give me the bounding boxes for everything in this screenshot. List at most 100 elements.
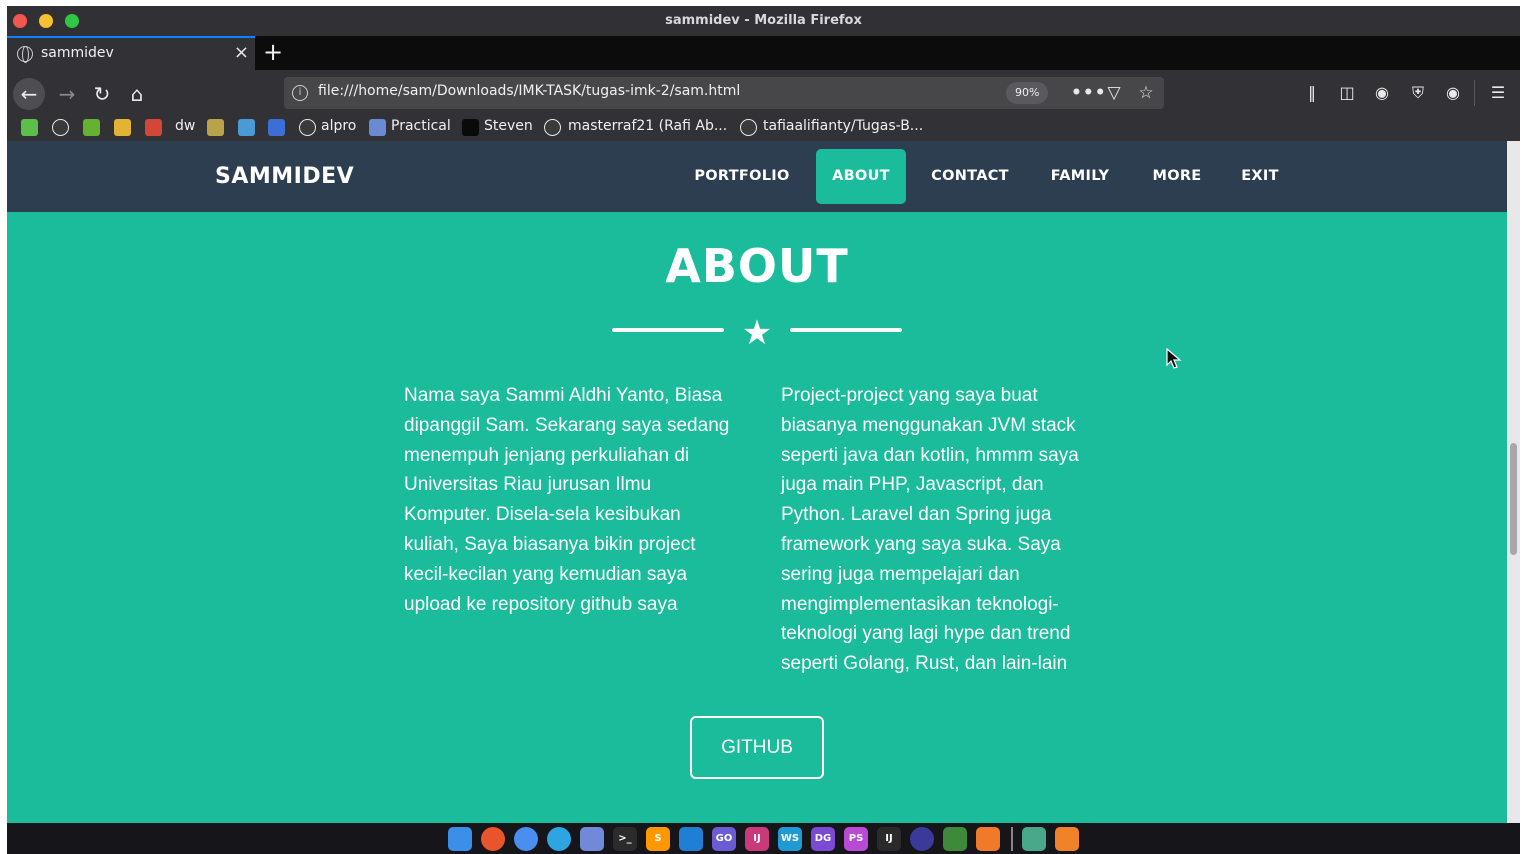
postman-icon[interactable]: [976, 827, 1000, 851]
nav-more[interactable]: MORE: [1145, 149, 1209, 204]
about-left-line: upload ke repository github saya: [404, 593, 678, 615]
dev-icon: [462, 119, 479, 136]
toolbar-separator: [1474, 80, 1475, 106]
picture-icon: [114, 119, 131, 136]
telegram-icon[interactable]: [547, 827, 571, 851]
reload-button[interactable]: ↻: [86, 78, 118, 110]
minimize-window-button[interactable]: [39, 14, 53, 28]
bookmarks-bar: dw alpro Practical Steven masterraf21 (Rafi …: [7, 116, 1520, 141]
section-title: ABOUT: [665, 239, 849, 293]
about-left-line: kecil-kecilan yang kemudian saya: [404, 563, 688, 585]
star-icon: ★: [741, 313, 773, 353]
firefox-icon[interactable]: [481, 827, 505, 851]
hexagon-icon: [238, 119, 255, 136]
sidebar-icon[interactable]: ◫: [1336, 82, 1358, 104]
divider-line-right: [790, 328, 902, 332]
about-left-line: Universitas Riau jurusan Ilmu: [404, 474, 652, 496]
scrollbar-thumb[interactable]: [1510, 443, 1517, 555]
finder-icon[interactable]: [448, 827, 472, 851]
tab-strip: sammidev × +: [7, 36, 1520, 70]
divider-line-left: [612, 328, 724, 332]
tab-title: sammidev: [41, 45, 114, 61]
nav-about[interactable]: ABOUT: [816, 149, 906, 204]
tab-sammidev[interactable]: sammidev ×: [7, 36, 255, 70]
github-icon: [299, 119, 316, 136]
feather-icon: [369, 119, 386, 136]
android-icon: [83, 119, 100, 136]
question-icon: [207, 119, 224, 136]
bookmark-label: Practical: [391, 118, 451, 134]
dock: >_ S GO IJ WS DG PS IJ: [7, 823, 1520, 854]
github-icon: [740, 119, 757, 136]
window-title: sammidev - Mozilla Firefox: [665, 13, 862, 28]
url-text[interactable]: file:///home/sam/Downloads/IMK-TASK/tuga…: [318, 83, 740, 99]
desktop-screen: sammidev - Mozilla Firefox sammidev × + …: [7, 6, 1520, 854]
nav-portfolio[interactable]: PORTFOLIO: [687, 149, 797, 204]
about-left-line: menempuh jenjang perkuliahan di: [404, 444, 690, 466]
about-right-line: mengimplementasikan teknologi-: [781, 593, 1059, 615]
bookmark-label: dw: [175, 118, 196, 134]
zoom-indicator[interactable]: 90%: [1006, 82, 1049, 104]
about-right-line: Python. Laravel dan Spring juga: [781, 504, 1052, 526]
leaf-icon: [21, 119, 38, 136]
site-brand[interactable]: SAMMIDEV: [215, 164, 354, 189]
nav-exit[interactable]: EXIT: [1235, 149, 1285, 204]
home-button[interactable]: ⌂: [121, 78, 153, 110]
nav-family[interactable]: FAMILY: [1044, 149, 1116, 204]
goland-icon[interactable]: GO: [712, 827, 736, 851]
nav-contact[interactable]: CONTACT: [925, 149, 1015, 204]
about-left-line: Nama saya Sammi Aldhi Yanto, Biasa: [404, 385, 723, 406]
menu-icon[interactable]: ☰: [1487, 82, 1509, 104]
bookmark-star-icon[interactable]: ☆: [1134, 81, 1158, 105]
bookmark-label: alpro: [321, 118, 357, 134]
new-tab-button[interactable]: +: [263, 38, 283, 66]
about-right-line: sering juga mempelajari dan: [781, 563, 1020, 585]
about-right-line: teknologi yang lagi hype dan trend: [781, 623, 1071, 645]
maximize-window-button[interactable]: [65, 14, 79, 28]
back-button[interactable]: ←: [13, 78, 45, 110]
page-scrollbar[interactable]: [1507, 141, 1520, 823]
chromium-icon[interactable]: [514, 827, 538, 851]
about-left-line: Komputer. Disela-sela kesibukan: [404, 504, 681, 526]
page-viewport: SAMMIDEV PORTFOLIO ABOUT CONTACT FAMILY …: [7, 141, 1507, 823]
webstorm-icon[interactable]: WS: [778, 827, 802, 851]
dock-separator: [1011, 827, 1013, 851]
shield-icon[interactable]: ⛨: [1407, 82, 1429, 104]
github-icon: [52, 119, 69, 136]
eclipse-icon[interactable]: [910, 827, 934, 851]
about-left-line: dipanggil Sam. Sekarang saya sedang: [404, 414, 730, 436]
forward-button[interactable]: →: [51, 78, 83, 110]
more-actions-icon[interactable]: •••: [1071, 81, 1106, 105]
library-icon[interactable]: ‖: [1301, 82, 1323, 104]
phpstorm-icon[interactable]: PS: [844, 827, 868, 851]
github-button[interactable]: GITHUB: [690, 716, 824, 779]
gmail-icon: [145, 119, 162, 136]
info-icon[interactable]: i: [292, 85, 308, 101]
extension-icon[interactable]: ◉: [1442, 82, 1464, 104]
bookmark-label: masterraf21 (Rafi Ab...: [568, 118, 728, 134]
vscode-icon[interactable]: [679, 827, 703, 851]
sublime-icon[interactable]: S: [646, 827, 670, 851]
datagrip-icon[interactable]: DG: [811, 827, 835, 851]
infinity-icon: [268, 119, 285, 136]
close-window-button[interactable]: [13, 14, 27, 28]
about-right-line: seperti Golang, Rust, dan lain-lain: [781, 653, 1068, 675]
bookmark-label: tafiaalifianty/Tugas-B...: [763, 118, 924, 134]
bookmark-label: Steven: [484, 118, 533, 134]
globe-icon: [17, 46, 33, 63]
site-navbar: SAMMIDEV PORTFOLIO ABOUT CONTACT FAMILY …: [7, 141, 1507, 212]
window-titlebar: sammidev - Mozilla Firefox: [7, 6, 1520, 36]
intellij-ce-icon[interactable]: IJ: [877, 827, 901, 851]
close-icon[interactable]: ×: [234, 42, 249, 63]
intellij-icon[interactable]: IJ: [745, 827, 769, 851]
terminal-icon[interactable]: >_: [613, 827, 637, 851]
about-right-line: Project-project yang saya buat: [781, 385, 1038, 406]
package-icon[interactable]: [1055, 827, 1079, 851]
navigation-toolbar: ← → ↻ ⌂ i file:///home/sam/Downloads/IMK…: [7, 70, 1520, 116]
discord-icon[interactable]: [580, 827, 604, 851]
pocket-icon[interactable]: ▽: [1102, 81, 1126, 105]
account-icon[interactable]: ◉: [1371, 82, 1393, 104]
mongodb-icon[interactable]: [943, 827, 967, 851]
url-bar[interactable]: i file:///home/sam/Downloads/IMK-TASK/tu…: [284, 77, 1164, 109]
files-icon[interactable]: [1022, 827, 1046, 851]
